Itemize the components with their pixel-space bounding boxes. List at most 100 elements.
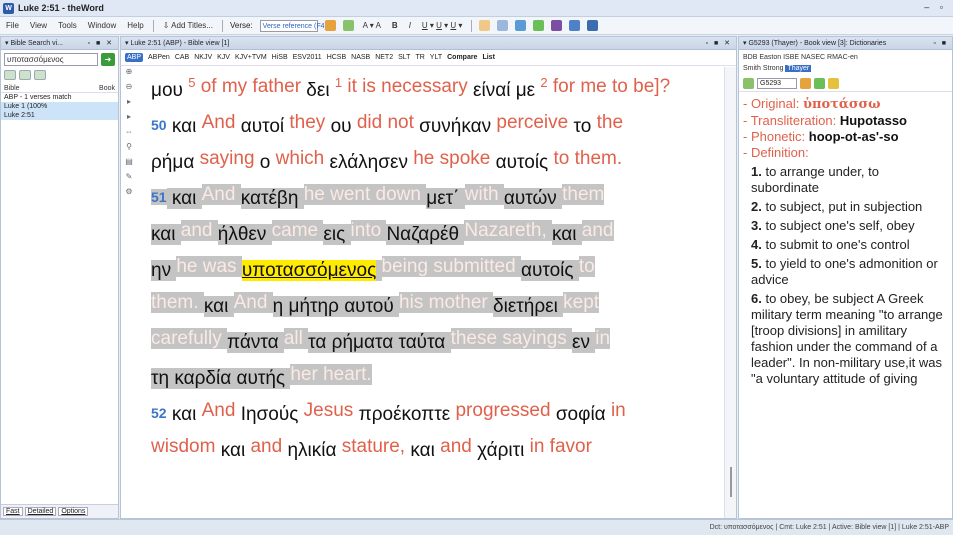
- english-gloss[interactable]: and: [581, 220, 614, 241]
- greek-word[interactable]: μου: [151, 80, 188, 101]
- menu-window[interactable]: Window: [86, 21, 118, 30]
- tab-smith[interactable]: Smith: [743, 65, 761, 72]
- tab-ylt[interactable]: YLT: [430, 54, 442, 61]
- english-gloss[interactable]: progressed: [455, 400, 555, 421]
- nav-icon[interactable]: ▸: [127, 112, 131, 121]
- english-gloss[interactable]: them: [562, 184, 605, 205]
- tab-abpen[interactable]: ABPen: [148, 54, 170, 61]
- english-gloss[interactable]: all: [283, 328, 309, 349]
- split-icon[interactable]: ⇔: [125, 127, 133, 136]
- greek-word[interactable]: αυτών: [503, 188, 563, 209]
- english-gloss[interactable]: they: [289, 112, 330, 133]
- italic-icon[interactable]: I: [407, 21, 413, 30]
- highlighted-search-word[interactable]: υποτασσόμενος: [241, 260, 377, 281]
- zoom-icon[interactable]: ⊕: [126, 67, 133, 76]
- toolbar-icon-f[interactable]: [569, 20, 581, 31]
- english-gloss[interactable]: perceive: [496, 112, 573, 133]
- tree-item[interactable]: ABP - 1 verses match: [1, 93, 118, 102]
- verse-number[interactable]: 51: [151, 189, 167, 205]
- greek-word[interactable]: χάριτι: [477, 440, 529, 461]
- toolbar-icon-b[interactable]: [497, 20, 509, 31]
- add-titles-button[interactable]: ⇩ Add Titles...: [161, 21, 215, 30]
- tab-abp[interactable]: ABP: [125, 53, 144, 62]
- english-gloss[interactable]: kept: [563, 292, 600, 313]
- word-order-number[interactable]: 1: [335, 75, 342, 90]
- greek-word[interactable]: Ιησούς: [241, 404, 304, 425]
- toolbar-icon-d[interactable]: [533, 20, 545, 31]
- greek-word[interactable]: είναί με: [473, 80, 540, 101]
- panel-controls[interactable]: ▫ ■ ✕: [706, 37, 732, 50]
- greek-word[interactable]: πάντα: [227, 332, 284, 353]
- greek-word[interactable]: εν: [572, 332, 596, 353]
- english-gloss[interactable]: his mother: [399, 292, 494, 313]
- greek-word[interactable]: προέκοπτε: [359, 404, 456, 425]
- greek-word[interactable]: εις: [323, 224, 351, 245]
- greek-word[interactable]: κατέβη: [240, 188, 304, 209]
- greek-word[interactable]: τα ρήματα ταύτα: [308, 332, 451, 353]
- english-gloss[interactable]: came: [271, 220, 324, 241]
- tab-hisb[interactable]: HiSB: [272, 54, 288, 61]
- greek-word[interactable]: δει: [306, 80, 335, 101]
- english-gloss[interactable]: in: [611, 400, 626, 421]
- col-bible[interactable]: Bible: [4, 85, 20, 92]
- toolbar-icon-g[interactable]: [587, 20, 599, 31]
- tab-esv2011[interactable]: ESV2011: [293, 54, 322, 61]
- tab-thayer[interactable]: Thayer: [785, 65, 812, 72]
- english-gloss[interactable]: these sayings: [450, 328, 573, 349]
- greek-word[interactable]: αυτοίς: [496, 152, 554, 173]
- english-gloss[interactable]: and: [440, 436, 477, 457]
- greek-word[interactable]: και: [167, 404, 202, 425]
- greek-word[interactable]: και: [167, 116, 202, 137]
- english-gloss[interactable]: the: [597, 112, 623, 133]
- tab-nkjv[interactable]: NKJV: [194, 54, 212, 61]
- greek-word[interactable]: μετ΄: [426, 188, 465, 209]
- english-gloss[interactable]: saying: [200, 148, 260, 169]
- greek-word[interactable]: και: [166, 188, 202, 209]
- menu-help[interactable]: Help: [125, 21, 145, 30]
- greek-word[interactable]: τη καρδία αυτής: [151, 368, 291, 389]
- tab-nasb[interactable]: NASB: [351, 54, 370, 61]
- strong-number-input[interactable]: G5293: [757, 78, 797, 89]
- greek-word[interactable]: ήλθεν: [217, 224, 272, 245]
- english-gloss[interactable]: to them.: [553, 148, 622, 169]
- greek-word[interactable]: και: [221, 440, 251, 461]
- greek-word[interactable]: και: [203, 296, 234, 317]
- english-gloss[interactable]: And: [202, 112, 241, 133]
- greek-word[interactable]: σοφία: [556, 404, 611, 425]
- panel-controls[interactable]: ▫ ■: [933, 37, 948, 50]
- settings-icon[interactable]: ⚙: [125, 187, 132, 196]
- english-gloss[interactable]: wisdom: [151, 436, 221, 457]
- tab-cab[interactable]: CAB: [175, 54, 189, 61]
- menu-view[interactable]: View: [28, 21, 49, 30]
- greek-word[interactable]: ην: [151, 260, 177, 281]
- nav-icon[interactable]: ▸: [127, 97, 131, 106]
- english-gloss[interactable]: Jesus: [304, 400, 359, 421]
- menu-tools[interactable]: Tools: [56, 21, 79, 30]
- greek-word[interactable]: ου: [331, 116, 357, 137]
- col-book[interactable]: Book: [99, 85, 115, 92]
- greek-word[interactable]: και: [151, 224, 181, 245]
- filter-icon[interactable]: [34, 70, 46, 80]
- english-gloss[interactable]: did not: [357, 112, 419, 133]
- greek-word[interactable]: το: [574, 116, 597, 137]
- bold-icon[interactable]: B: [390, 21, 400, 30]
- search-go-button[interactable]: ➜: [101, 53, 115, 66]
- english-gloss[interactable]: Nazareth,: [464, 220, 553, 241]
- english-gloss[interactable]: them.: [151, 292, 204, 313]
- sync-icon[interactable]: [814, 78, 825, 89]
- english-gloss[interactable]: which: [276, 148, 330, 169]
- english-gloss[interactable]: being submitted: [381, 256, 521, 277]
- zoom-out-icon[interactable]: ⊖: [126, 82, 133, 91]
- options-icon[interactable]: [19, 70, 31, 80]
- english-gloss[interactable]: and: [250, 436, 287, 457]
- window-controls[interactable]: – ▫: [924, 2, 947, 12]
- panel-controls[interactable]: ▫ ■ ✕: [88, 37, 114, 50]
- greek-word[interactable]: ελάλησεν: [330, 152, 414, 173]
- english-gloss[interactable]: for me to be]?: [548, 76, 670, 97]
- edit-icon[interactable]: ✎: [126, 172, 133, 181]
- verse-number[interactable]: 52: [151, 405, 167, 421]
- english-gloss[interactable]: he spoke: [413, 148, 495, 169]
- underline-icon[interactable]: U ▾ U ▾ U ▾: [420, 21, 465, 30]
- dict-tabs-row1[interactable]: BDB Easton ISBE NASEC RMAC-en: [743, 54, 858, 61]
- tab-kjv-tvm[interactable]: KJV+TVM: [235, 54, 267, 61]
